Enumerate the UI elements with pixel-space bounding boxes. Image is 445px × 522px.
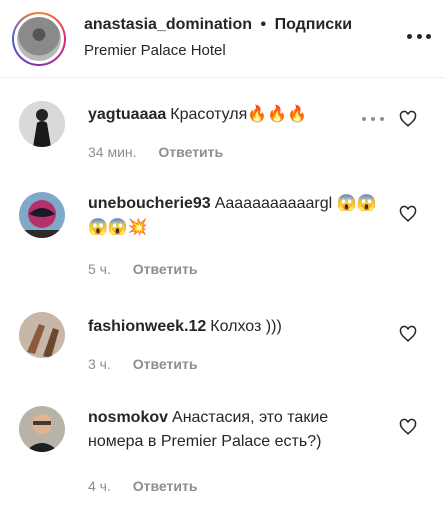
post-author-avatar[interactable] [12,12,66,66]
comment-username[interactable]: nosmokov [88,409,168,426]
commenter-avatar[interactable] [19,101,65,147]
comment-time: 34 мин. [88,144,137,160]
post-author-line: anastasia_domination • Подписки [84,16,352,34]
comment-options-icon[interactable] [362,115,384,123]
comment-time: 5 ч. [88,261,111,277]
more-options-icon[interactable] [407,26,431,46]
comment-item: yagtuaaaa Красотуля🔥🔥🔥 34 мин. Ответить [0,95,445,180]
comment-username[interactable]: fashionweek.12 [88,318,206,335]
comment-body: fashionweek.12 Колхоз ))) [88,315,388,339]
comment-body: uneboucherie93 Aaaaaaaaaaargl 😱😱😱😱💥 [88,192,378,240]
comment-meta: 4 ч. Ответить [88,478,197,494]
comment-body: nosmokov Анастасия, это такие номера в Pr… [88,406,388,454]
post-location[interactable]: Premier Palace Hotel [84,42,226,59]
comment-meta: 34 мин. Ответить [88,144,223,160]
reply-button[interactable]: Ответить [133,356,198,372]
comment-item: uneboucherie93 Aaaaaaaaaaargl 😱😱😱😱💥 5 ч. … [0,188,445,288]
comment-body: yagtuaaaa Красотуля🔥🔥🔥 [88,103,388,127]
comment-meta: 3 ч. Ответить [88,356,197,372]
commenter-avatar[interactable] [19,192,65,238]
heart-outline-icon[interactable] [399,205,417,223]
comment-time: 4 ч. [88,478,111,494]
post-author-username[interactable]: anastasia_domination [84,16,252,33]
heart-outline-icon[interactable] [399,418,417,436]
commenter-avatar[interactable] [19,406,65,452]
comment-meta: 5 ч. Ответить [88,261,197,277]
commenter-avatar[interactable] [19,312,65,358]
comment-time: 3 ч. [88,356,111,372]
comment-username[interactable]: yagtuaaaa [88,106,166,123]
reply-button[interactable]: Ответить [133,261,198,277]
heart-outline-icon[interactable] [399,325,417,343]
separator-dot: • [260,16,267,33]
comment-text: Красотуля🔥🔥🔥 [170,106,308,123]
comment-item: nosmokov Анастасия, это такие номера в Pr… [0,402,445,512]
reply-button[interactable]: Ответить [158,144,223,160]
heart-outline-icon[interactable] [399,110,417,128]
follow-status-button[interactable]: Подписки [275,16,352,33]
comment-text: Колхоз ))) [210,318,282,335]
reply-button[interactable]: Ответить [133,478,198,494]
comment-username[interactable]: uneboucherie93 [88,195,211,212]
comment-item: fashionweek.12 Колхоз ))) 3 ч. Ответить [0,309,445,384]
post-header: anastasia_domination • Подписки Premier … [0,0,445,78]
